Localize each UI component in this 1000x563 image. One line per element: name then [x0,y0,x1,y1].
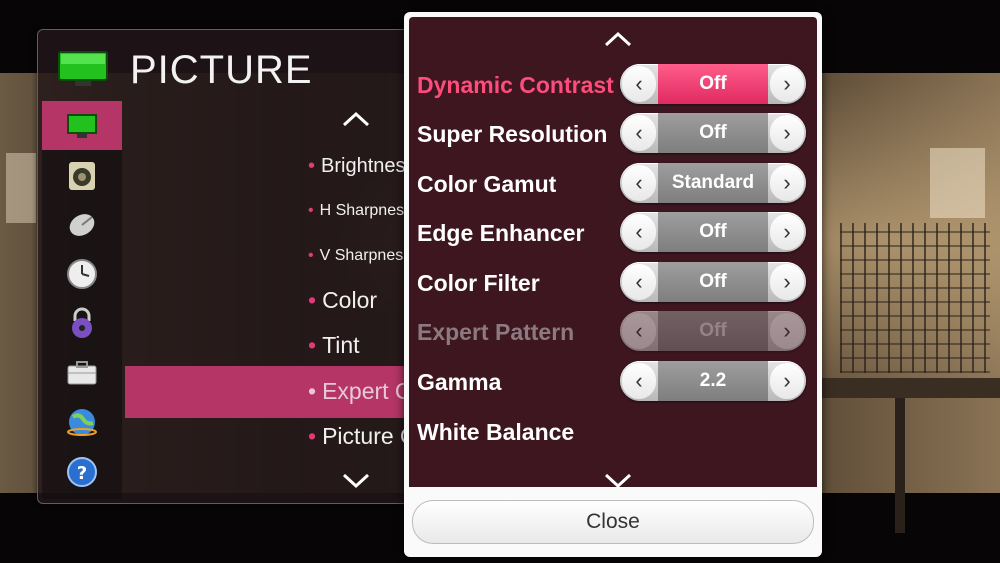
menu-item-label: H Sharpness [319,202,408,219]
chevron-left-icon[interactable]: ‹ [622,66,656,102]
chevron-up-icon[interactable] [341,109,371,129]
chevron-right-icon[interactable]: › [770,264,804,300]
speaker-icon [69,161,95,190]
picture-settings-list: • Brightness • H Sharpness • V Sharpness • C… [123,101,409,501]
setting-label: Dynamic Contrast [417,72,614,98]
menu-item-h-sharpness[interactable]: • H Sharpness [308,202,408,220]
clock-icon [67,258,97,289]
setting-edge-enhancer[interactable]: Edge Enhancer ‹ Off › [409,212,817,256]
menu-item-color[interactable]: • Color [308,287,408,314]
picture-menu: PICTURE ? • Brightness • H Sharpness • V… [37,29,411,504]
value-stepper[interactable]: ‹ Off › [620,64,806,104]
page-title: PICTURE [130,48,313,92]
chevron-right-icon[interactable]: › [770,66,804,102]
menu-item-label: Expert Control [322,378,408,404]
chevron-down-icon[interactable] [603,471,633,489]
setting-expert-pattern: Expert Pattern ‹ Off › [409,311,817,355]
setting-label: White Balance [417,419,575,445]
chevron-left-icon[interactable]: ‹ [622,115,656,151]
chevron-up-icon[interactable] [603,30,633,48]
menu-item-label: V Sharpness [319,247,408,264]
chevron-down-icon[interactable] [341,471,371,491]
setting-value: Off [658,212,768,252]
setting-value: Off [658,113,768,153]
chevron-right-icon[interactable]: › [770,363,804,399]
toolbox-icon [67,360,97,384]
background-table [822,378,1000,398]
lock-icon [72,307,92,338]
tv-icon [67,113,97,138]
setting-label: Edge Enhancer [417,220,585,246]
menu-item-expert-control[interactable]: •Expert Control [308,378,408,405]
setting-label: Color Gamut [417,171,557,197]
setting-dynamic-contrast[interactable]: Dynamic Contrast ‹ Off › [409,64,817,108]
close-button[interactable]: Close [412,500,814,544]
setting-value: Off [658,311,768,351]
value-stepper: ‹ Off › [620,311,806,351]
setting-value: Off [658,64,768,104]
background-window [6,153,36,223]
value-stepper[interactable]: ‹ Off › [620,212,806,252]
setting-color-filter[interactable]: Color Filter ‹ Off › [409,262,817,306]
category-audio[interactable] [42,151,122,200]
background-chairs [840,223,990,373]
setting-super-resolution[interactable]: Super Resolution ‹ Off › [409,113,817,157]
svg-text:?: ? [77,463,87,484]
value-stepper[interactable]: ‹ 2.2 › [620,361,806,401]
menu-item-label: Brightness [321,155,408,177]
expert-settings-list: Dynamic Contrast ‹ Off › Super Resolutio… [409,17,817,489]
menu-item-label: Tint [322,332,360,358]
background-table-leg [895,398,905,533]
category-picture[interactable] [42,101,122,150]
setting-white-balance[interactable]: White Balance [409,411,817,455]
menu-item-label: Picture Option [322,423,408,449]
category-sidebar: ? [42,101,122,499]
setting-label: Gamma [417,369,502,395]
help-icon: ? [67,456,97,487]
chevron-right-icon[interactable]: › [770,115,804,151]
background-window [930,148,985,218]
tv-icon [58,51,108,86]
category-support[interactable]: ? [42,447,122,496]
chevron-left-icon[interactable]: ‹ [622,165,656,201]
chevron-left-icon[interactable]: ‹ [622,363,656,399]
chevron-left-icon: ‹ [622,313,656,349]
setting-value: Off [658,262,768,302]
menu-item-label: Color [322,287,378,313]
globe-icon [67,408,97,436]
menu-item-v-sharpness[interactable]: • V Sharpness [308,247,408,265]
chevron-right-icon[interactable]: › [770,214,804,250]
menu-item-picture-option[interactable]: •Picture Option [308,423,408,450]
category-lock[interactable] [42,298,122,347]
setting-value: 2.2 [658,361,768,401]
setting-label: Expert Pattern [417,319,575,345]
category-network[interactable] [42,397,122,446]
category-option[interactable] [42,348,122,397]
chevron-right-icon[interactable]: › [770,165,804,201]
value-stepper[interactable]: ‹ Off › [620,113,806,153]
expert-control-dialog: Dynamic Contrast ‹ Off › Super Resolutio… [404,12,822,557]
setting-color-gamut[interactable]: Color Gamut ‹ Standard › [409,163,817,207]
value-stepper[interactable]: ‹ Standard › [620,163,806,203]
setting-value: Standard [658,163,768,203]
satellite-dish-icon [69,213,95,236]
menu-item-tint[interactable]: • Tint [308,332,408,359]
chevron-left-icon[interactable]: ‹ [622,214,656,250]
setting-label: Super Resolution [417,121,608,147]
menu-item-brightness[interactable]: • Brightness [308,155,408,178]
chevron-right-icon: › [770,313,804,349]
value-stepper[interactable]: ‹ Off › [620,262,806,302]
setting-gamma[interactable]: Gamma ‹ 2.2 › [409,361,817,405]
category-time[interactable] [42,249,122,298]
setting-label: Color Filter [417,270,540,296]
chevron-left-icon[interactable]: ‹ [622,264,656,300]
category-channel[interactable] [42,200,122,249]
